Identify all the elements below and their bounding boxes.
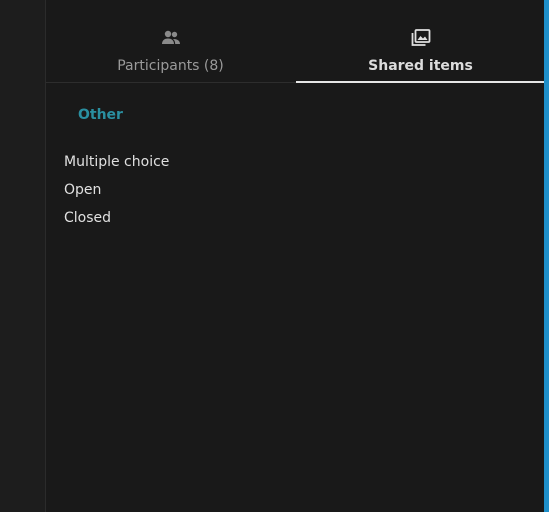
people-icon	[161, 29, 181, 47]
left-sidebar-strip	[0, 0, 46, 512]
tab-participants[interactable]: Participants (8)	[46, 0, 295, 82]
right-edge-border	[544, 0, 549, 512]
tab-participants-label: Participants (8)	[117, 58, 224, 74]
image-gallery-icon	[411, 29, 431, 47]
tab-shared-items-label: Shared items	[368, 58, 473, 74]
app-root: Participants (8) Shared items Other Mult…	[0, 0, 549, 512]
side-panel: Participants (8) Shared items Other Mult…	[46, 0, 545, 512]
list-item[interactable]: Closed	[64, 206, 169, 234]
list-item[interactable]: Open	[64, 178, 169, 206]
section-title-other: Other	[78, 107, 123, 123]
list-item[interactable]: Multiple choice	[64, 150, 169, 178]
tab-shared-items[interactable]: Shared items	[296, 0, 545, 83]
active-tab-indicator	[296, 81, 545, 83]
panel-tabs: Participants (8) Shared items	[46, 0, 545, 83]
shared-items-list: Multiple choice Open Closed	[64, 150, 169, 234]
